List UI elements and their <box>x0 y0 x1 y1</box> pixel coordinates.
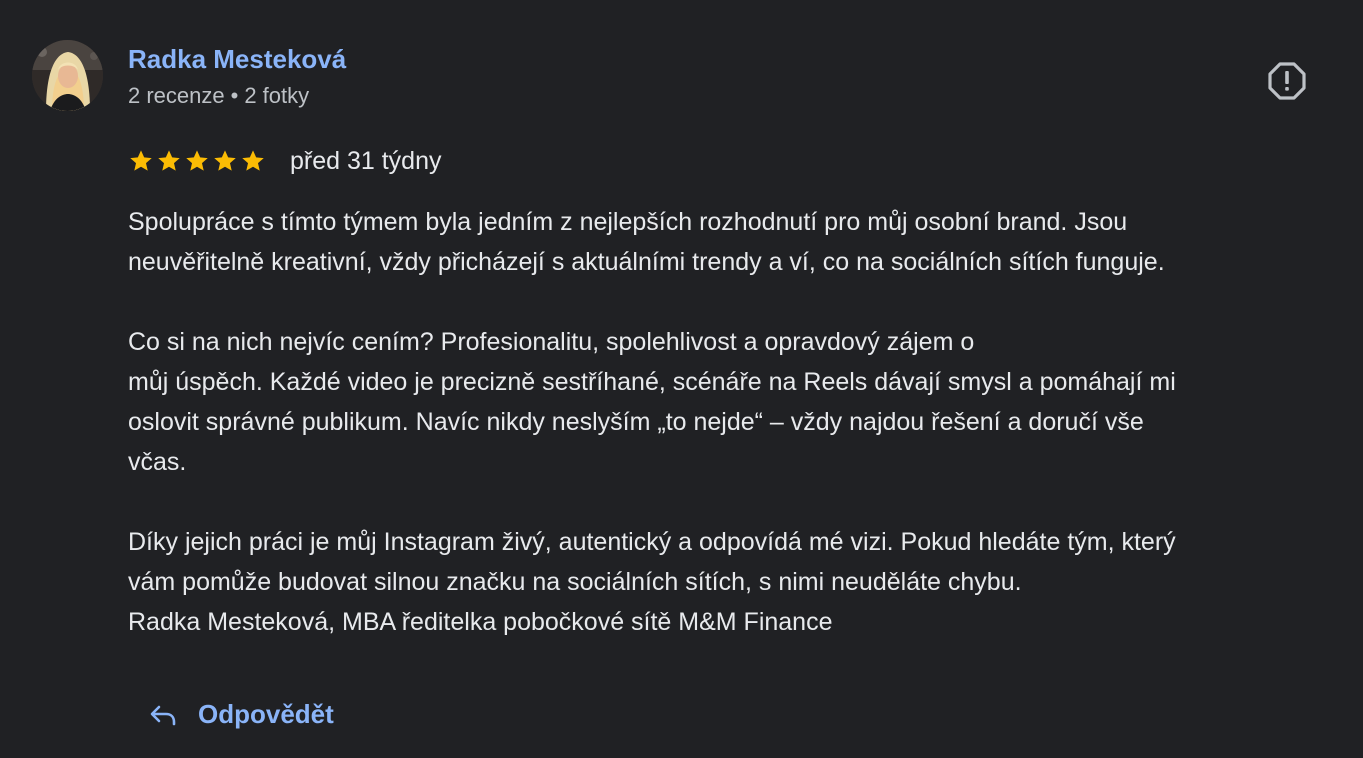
review-card: Radka Mesteková 2 recenze • 2 fotky před 3… <box>0 0 1363 758</box>
review-line: oslovit správné publikum. Navíc nikdy ne… <box>128 408 1144 436</box>
star-icon <box>214 150 236 171</box>
review-line: vám pomůže budovat silnou značku na soci… <box>128 568 1022 596</box>
star-icon <box>130 150 152 171</box>
star-icon <box>186 150 208 171</box>
rating-row: před 31 týdny <box>128 143 442 179</box>
review-text: Spolupráce s tímto týmem byla jedním z n… <box>128 202 1348 642</box>
review-line: neuvěřitelně kreativní, vždy přicházejí … <box>128 248 1165 276</box>
review-line: včas. <box>128 448 187 476</box>
star-rating <box>128 148 266 174</box>
star-icon <box>242 150 264 171</box>
avatar[interactable] <box>32 40 103 111</box>
review-date: před 31 týdny <box>290 146 442 175</box>
review-line: můj úspěch. Každé video je precizně sest… <box>128 368 1176 396</box>
review-line: Spolupráce s tímto týmem byla jedním z n… <box>128 208 1128 236</box>
reply-label: Odpovědět <box>198 698 334 729</box>
review-line: Radka Mesteková, MBA ředitelka pobočkové… <box>128 608 833 636</box>
review-line: Díky jejich práci je můj Instagram živý,… <box>128 528 1176 556</box>
profile-photo-icon <box>32 40 103 111</box>
meta-separator: • <box>230 83 239 108</box>
author-meta: 2 recenze • 2 fotky <box>128 83 309 109</box>
author-name[interactable]: Radka Mesteková <box>128 44 346 75</box>
report-button[interactable] <box>1262 56 1312 106</box>
star-icon <box>158 150 180 171</box>
report-flag-icon <box>1268 62 1306 100</box>
paragraph-break <box>128 482 1348 522</box>
reply-arrow-icon <box>150 705 176 726</box>
paragraph-break <box>128 282 1348 322</box>
photos-count: 2 fotky <box>244 83 310 108</box>
review-line: Co si na nich nejvíc cením? Profesionali… <box>128 328 975 356</box>
reviews-count: 2 recenze <box>128 83 225 108</box>
reply-button[interactable]: Odpovědět <box>140 690 342 738</box>
